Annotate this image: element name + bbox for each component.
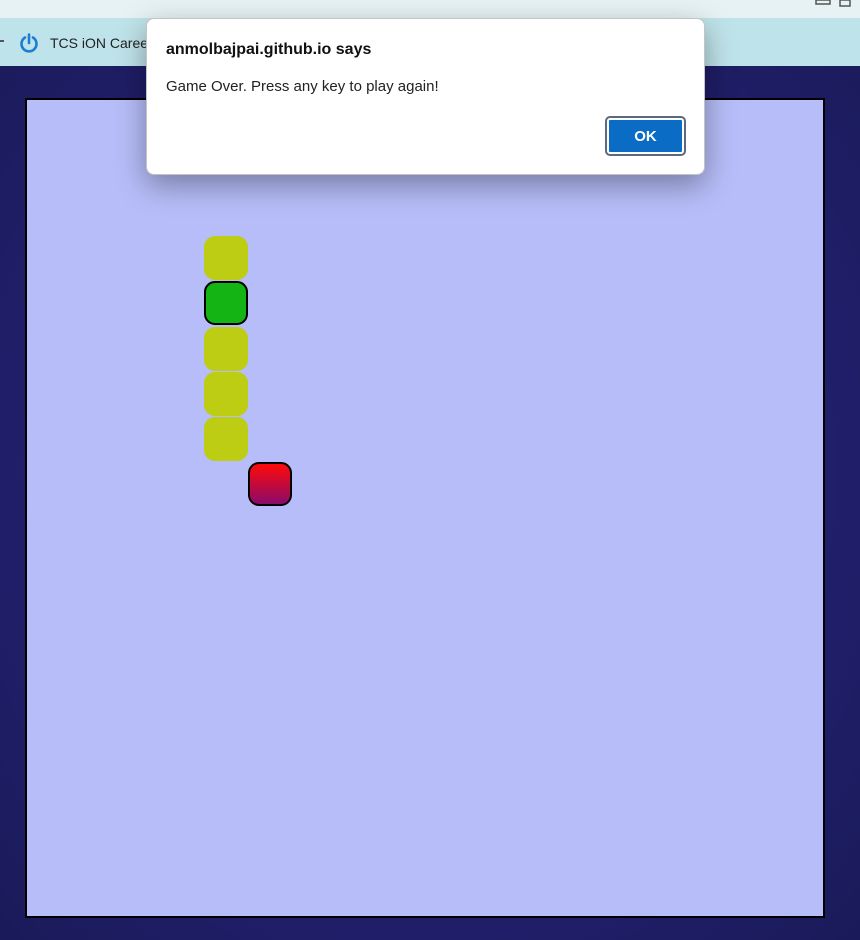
snake-body-segment (204, 327, 248, 371)
snake-body-segment (204, 236, 248, 280)
window-controls[interactable] (790, 0, 860, 18)
dialog-title: anmolbajpai.github.io says (166, 41, 372, 58)
dialog-message: Game Over. Press any key to play again! (166, 78, 439, 95)
browser-top-strip (0, 0, 860, 18)
snake-body-segment (204, 372, 248, 416)
food-item (248, 462, 292, 506)
alert-dialog: anmolbajpai.github.io says Game Over. Pr… (146, 18, 705, 175)
snake-body-segment (204, 417, 248, 461)
power-icon (18, 32, 40, 54)
snake-head (204, 281, 248, 325)
game-board[interactable] (25, 98, 825, 918)
divider (0, 40, 4, 42)
ok-button[interactable]: OK (605, 116, 686, 156)
bookmark-tcs-ion[interactable]: TCS iON Caree (18, 31, 148, 55)
bookmark-label: TCS iON Caree (50, 35, 149, 51)
